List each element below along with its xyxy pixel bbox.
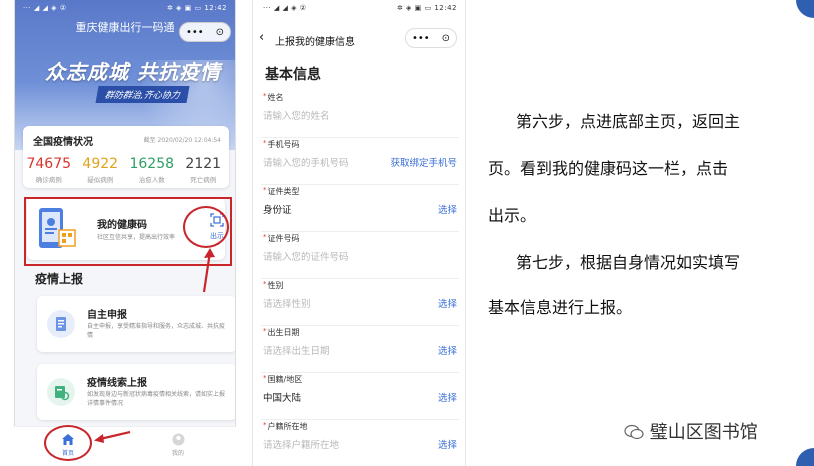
- wechat-icon: [624, 424, 644, 440]
- tab-mine[interactable]: 我的: [158, 433, 198, 457]
- close-icon[interactable]: ⊙: [216, 27, 224, 38]
- corner-decoration: [796, 0, 814, 18]
- stat-label: 死亡病例: [190, 176, 217, 184]
- instruction-line: 出示。: [488, 206, 537, 225]
- more-icon[interactable]: •••: [186, 27, 204, 38]
- watermark-text: 璧山区图书馆: [649, 422, 758, 443]
- clue-report-card[interactable]: 疫情线索上报 如发现身边与新冠状病毒疫情相关线索，请如实上报详情事件情况: [37, 364, 235, 420]
- stat-label: 疑似病例: [87, 176, 114, 184]
- clue-report-icon: [47, 378, 75, 406]
- more-icon[interactable]: •••: [412, 33, 430, 44]
- report-title: 疫情线索上报: [87, 378, 147, 389]
- instruction-line: 第七步，根据自身情况如实填写: [516, 253, 741, 272]
- get-bound-phone-button[interactable]: 获取绑定手机号: [390, 155, 457, 169]
- select-button[interactable]: 选择: [438, 343, 457, 357]
- field-id-number[interactable]: 证件号码 请输入您的证件号码: [261, 233, 459, 279]
- stat-confirmed: 74675 确诊病例: [23, 156, 75, 184]
- stats-row: 74675 确诊病例 4922 疑似病例 16258 治愈人数 2121 死亡病…: [23, 156, 229, 184]
- stat-deaths: 2121 死亡病例: [178, 156, 230, 184]
- status-bar-time: ✲ ◈ ▣ ▭ 12:42: [396, 4, 457, 12]
- stat-value: 16258: [129, 156, 175, 172]
- stat-cured: 16258 治愈人数: [126, 156, 178, 184]
- report-desc: 如发现身边与新冠状病毒疫情相关线索，请如实上报详情事件情况: [87, 391, 226, 407]
- health-info-form-screen: ··· ◢ ◢ ◈ ② ✲ ◈ ▣ ▭ 12:42 ‹ 上报我的健康信息 •••…: [252, 0, 466, 466]
- field-label: 姓名: [263, 92, 284, 103]
- instruction-line: 第六步，点进底部主页，返回主: [516, 112, 741, 131]
- back-icon[interactable]: ‹: [259, 30, 264, 45]
- field-household[interactable]: 户籍所在地 请选择户籍所在地 选择: [261, 421, 459, 466]
- report-title: 自主申报: [87, 310, 127, 321]
- stats-title: 全国疫情状况: [33, 137, 93, 148]
- section-heading: 基本信息: [265, 67, 321, 83]
- nationality-value: 中国大陆: [263, 393, 302, 404]
- instruction-line: 基本信息进行上报。: [488, 298, 633, 317]
- field-gender[interactable]: 性别 请选择性别 选择: [261, 280, 459, 326]
- stats-timestamp: 截至 2020/02/20 12:04:54: [143, 137, 221, 144]
- household-select[interactable]: 请选择户籍所在地: [263, 437, 339, 451]
- gender-select[interactable]: 请选择性别: [263, 296, 311, 310]
- id-type-value: 身份证: [263, 205, 292, 216]
- stat-label: 确诊病例: [35, 176, 62, 184]
- self-report-card[interactable]: 自主申报 自主申报，享受精准指导和服务，众志成城、共抗疫情: [37, 296, 235, 352]
- field-nationality[interactable]: 国籍/地区 中国大陆 选择: [261, 374, 459, 420]
- field-label: 手机号码: [263, 139, 300, 150]
- field-label: 户籍所在地: [263, 421, 308, 432]
- mini-program-capsule: ••• ⊙: [405, 28, 457, 48]
- epidemic-stats-card: 全国疫情状况 截至 2020/02/20 12:04:54 74675 确诊病例…: [23, 126, 229, 188]
- status-bar-time: ✲ ◈ ▣ ▭ 12:42: [166, 4, 227, 12]
- status-bar-signal: ··· ◢ ◢ ◈ ②: [263, 4, 307, 12]
- field-birth-date[interactable]: 出生日期 请选择出生日期 选择: [261, 327, 459, 373]
- select-button[interactable]: 选择: [438, 390, 457, 404]
- annotation-circle-home: [44, 425, 92, 461]
- report-desc: 自主申报，享受精准指导和服务，众志成城、共抗疫情: [87, 323, 226, 339]
- field-label: 出生日期: [263, 327, 300, 338]
- corner-decoration: [796, 448, 814, 466]
- stat-value: 4922: [82, 156, 119, 172]
- stat-suspected: 4922 疑似病例: [75, 156, 127, 184]
- user-icon: [172, 433, 184, 446]
- close-icon[interactable]: ⊙: [442, 33, 450, 44]
- field-label: 证件类型: [263, 186, 300, 197]
- report-section-title: 疫情上报: [35, 272, 84, 286]
- annotation-arrow-up-icon: [202, 248, 215, 293]
- phone-input[interactable]: 请输入您的手机号码: [263, 155, 349, 169]
- field-label: 证件号码: [263, 233, 300, 244]
- stat-value: 74675: [26, 156, 72, 172]
- instruction-line: 页。看到我的健康码这一栏，点击: [488, 159, 729, 178]
- field-label: 性别: [263, 280, 284, 291]
- watermark: 璧山区图书馆: [624, 418, 758, 444]
- name-input[interactable]: 请输入您的姓名: [263, 108, 330, 122]
- select-button[interactable]: 选择: [438, 437, 457, 451]
- mini-program-capsule: ••• ⊙: [179, 22, 231, 42]
- field-id-type[interactable]: 证件类型 身份证 选择: [261, 186, 459, 232]
- field-label: 国籍/地区: [263, 374, 303, 385]
- id-number-input[interactable]: 请输入您的证件号码: [263, 249, 349, 263]
- annotation-arrow-left-icon: [94, 430, 131, 443]
- select-button[interactable]: 选择: [438, 202, 457, 216]
- report-form-icon: [47, 310, 75, 338]
- field-phone[interactable]: 手机号码 请输入您的手机号码 获取绑定手机号: [261, 139, 459, 185]
- banner-slogan: 众志成城 共抗疫情: [45, 60, 221, 84]
- birth-date-select[interactable]: 请选择出生日期: [263, 343, 330, 357]
- field-name[interactable]: 姓名 请输入您的姓名: [261, 92, 459, 138]
- select-button[interactable]: 选择: [438, 296, 457, 310]
- annotation-circle-show: [183, 206, 229, 248]
- page-title: 上报我的健康信息: [275, 37, 355, 48]
- status-bar-signal: ··· ◢ ◢ ◈ ②: [23, 4, 67, 12]
- app-title: 重庆健康出行一码通: [75, 21, 175, 34]
- banner-tagline: 群防群治,齐心协力: [95, 86, 190, 103]
- stat-label: 治愈人数: [138, 176, 165, 184]
- stat-value: 2121: [185, 156, 222, 172]
- tab-mine-label: 我的: [171, 450, 184, 457]
